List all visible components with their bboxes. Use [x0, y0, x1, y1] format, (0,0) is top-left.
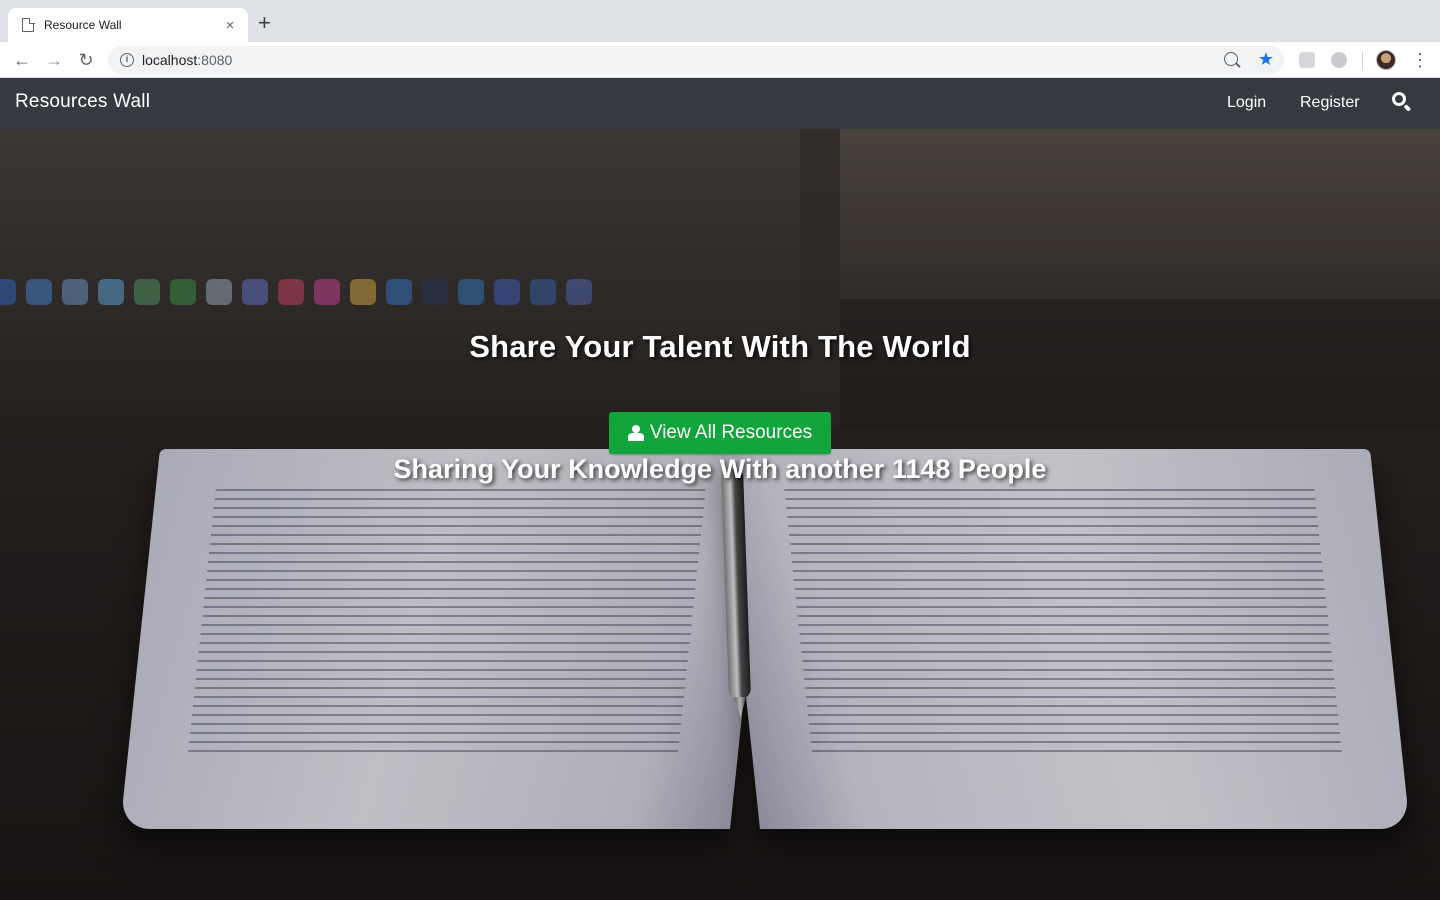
brand-logo[interactable]: Resources Wall — [15, 91, 150, 113]
browser-toolbar: ← → ↻ i localhost:8080 ★ ⋮ — [0, 42, 1440, 78]
close-icon[interactable]: × — [222, 17, 238, 34]
url-port: :8080 — [197, 52, 233, 68]
menu-dots-icon[interactable]: ⋮ — [1411, 48, 1429, 72]
hero-section: Share Your Talent With The World View Al… — [0, 129, 1440, 900]
cta-label: View All Resources — [649, 422, 813, 443]
browser-tab-strip: Resource Wall × + — [0, 0, 1440, 42]
profile-avatar[interactable] — [1376, 50, 1396, 70]
hero-title: Share Your Talent With The World — [469, 329, 971, 364]
back-arrow-icon[interactable]: ← — [10, 48, 34, 72]
document-icon — [22, 17, 35, 32]
extension-icon[interactable] — [1299, 52, 1315, 68]
register-link[interactable]: Register — [1300, 94, 1360, 112]
user-icon — [627, 425, 644, 441]
search-icon[interactable] — [1390, 91, 1412, 113]
zoom-icon[interactable] — [1224, 52, 1238, 66]
address-bar[interactable]: i localhost:8080 ★ — [108, 46, 1284, 74]
new-tab-button[interactable]: + — [258, 12, 271, 34]
site-navbar: Resources Wall Login Register — [0, 78, 1440, 129]
forward-arrow-icon[interactable]: → — [42, 48, 66, 72]
login-link[interactable]: Login — [1227, 94, 1266, 112]
extension-icon[interactable] — [1331, 52, 1347, 68]
hero-subtitle: Sharing Your Knowledge With another 1148… — [393, 454, 1047, 484]
url-host: localhost — [142, 52, 198, 68]
tab-title: Resource Wall — [44, 18, 122, 32]
browser-tab[interactable]: Resource Wall × — [8, 8, 248, 42]
reload-icon[interactable]: ↻ — [74, 48, 98, 72]
toolbar-divider — [1362, 52, 1363, 70]
info-icon[interactable]: i — [120, 53, 134, 67]
view-all-resources-button[interactable]: View All Resources — [609, 412, 831, 454]
star-icon[interactable]: ★ — [1258, 49, 1274, 70]
